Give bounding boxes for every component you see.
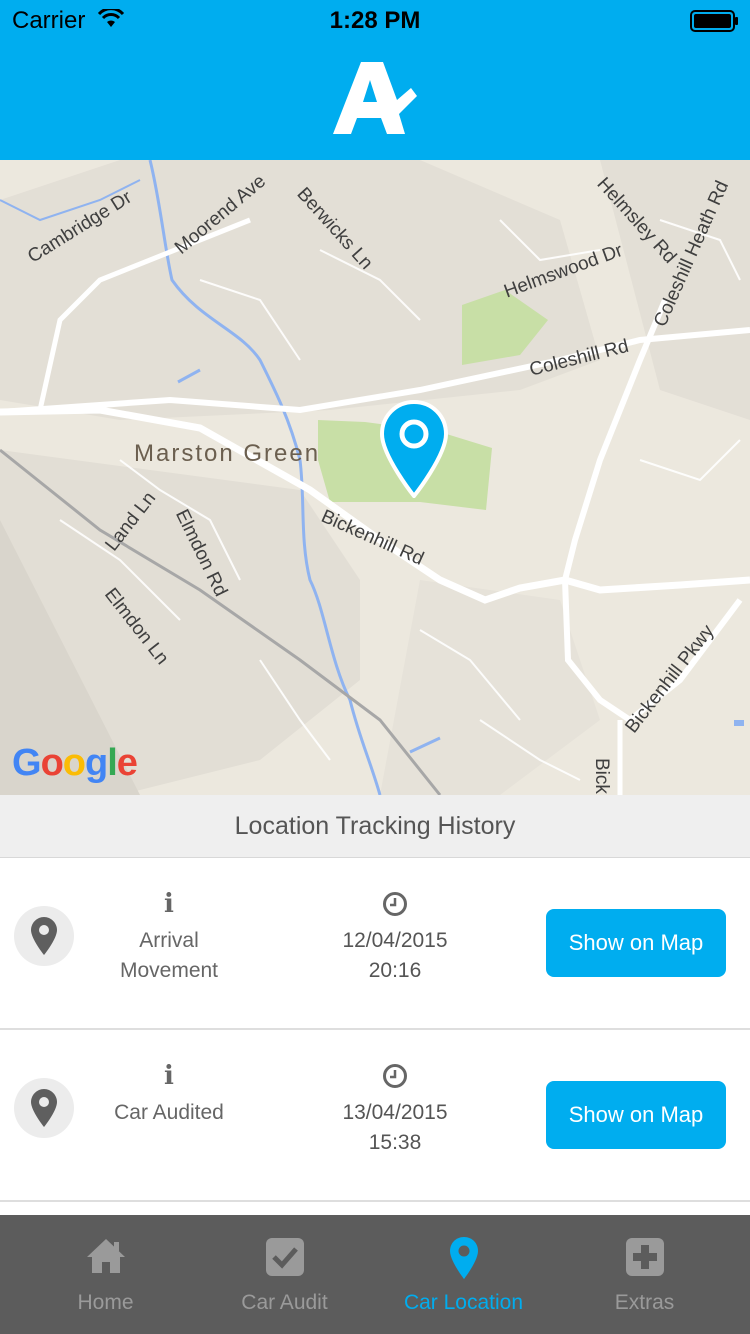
info-icon: i (164, 1061, 174, 1091)
tab-bar: Home Car Audit Car Location Extras (0, 1215, 750, 1334)
home-icon (12, 1237, 199, 1279)
battery-icon (690, 10, 740, 37)
map-view[interactable]: Cambridge Dr Moorend Ave Berwicks Ln Hel… (0, 160, 750, 795)
history-title: Location Tracking History (0, 795, 750, 858)
tab-label: Home (77, 1291, 134, 1314)
history-row: i Arrival Movement 12/04/2015 20:16 Show… (0, 858, 750, 1030)
event-line-2: Movement (119, 959, 219, 982)
location-pin-icon (14, 906, 74, 966)
tab-label: Car Location (403, 1291, 524, 1314)
app: Carrier 1:28 PM Cambridge Dr Moorend Ave… (0, 0, 750, 1334)
tab-home[interactable]: Home (12, 1215, 199, 1334)
map-label-bick: Bick (591, 758, 612, 794)
tab-extras[interactable]: Extras (551, 1215, 738, 1334)
plus-square-icon (551, 1237, 738, 1279)
info-icon: i (164, 889, 174, 919)
tab-label: Car Audit (241, 1291, 328, 1314)
event-time: 15:38 (368, 1131, 422, 1154)
date-column: 13/04/2015 15:38 (320, 1060, 470, 1158)
location-pin-icon (370, 1237, 557, 1279)
map-label-marston-green: Marston Green (134, 440, 321, 467)
event-label: Arrival Movement (94, 926, 244, 986)
event-column: i Arrival Movement (94, 888, 244, 986)
status-time: 1:28 PM (329, 7, 421, 34)
event-line-1: Car Audited (114, 1101, 224, 1124)
event-time: 20:16 (368, 959, 422, 982)
date-label: 13/04/2015 15:38 (320, 1098, 470, 1158)
tab-label: Extras (614, 1291, 675, 1314)
location-pin-icon (14, 1078, 74, 1138)
clock-icon (320, 1060, 470, 1092)
map-background (0, 160, 750, 795)
header: Carrier 1:28 PM (0, 0, 750, 160)
clock-icon (320, 888, 470, 920)
tab-car-audit[interactable]: Car Audit (191, 1215, 378, 1334)
map-pin-icon[interactable] (379, 399, 449, 503)
checkbox-icon (191, 1237, 378, 1279)
status-bar: Carrier 1:28 PM (0, 0, 750, 40)
history-row: i Car Audited 13/04/2015 15:38 Show on M… (0, 1030, 750, 1202)
google-attribution: Google (12, 742, 138, 784)
show-on-map-button[interactable]: Show on Map (546, 909, 726, 977)
brand-logo (333, 62, 417, 139)
tab-car-location[interactable]: Car Location (370, 1215, 557, 1334)
event-date: 12/04/2015 (342, 929, 448, 952)
date-label: 12/04/2015 20:16 (320, 926, 470, 986)
event-column: i Car Audited (94, 1060, 244, 1128)
event-date: 13/04/2015 (342, 1101, 448, 1124)
show-on-map-button[interactable]: Show on Map (546, 1081, 726, 1149)
date-column: 12/04/2015 20:16 (320, 888, 470, 986)
event-line-1: Arrival (139, 929, 199, 952)
event-label: Car Audited (94, 1098, 244, 1128)
